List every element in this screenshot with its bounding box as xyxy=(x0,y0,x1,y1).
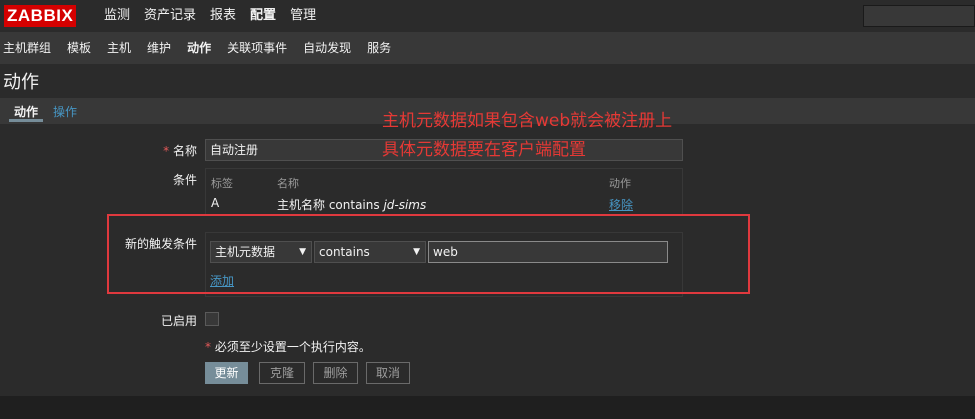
active-tab-indicator xyxy=(9,119,43,122)
conditions-label: 条件 xyxy=(172,173,197,187)
annotation-line-1: 主机元数据如果包含web就会被注册上 xyxy=(382,111,673,131)
enabled-label: 已启用 xyxy=(160,314,197,328)
remove-condition-link[interactable]: 移除 xyxy=(609,196,633,213)
enabled-checkbox[interactable] xyxy=(205,312,219,326)
name-label: * 名称 xyxy=(163,144,197,158)
menu-inventory[interactable]: 资产记录 xyxy=(144,0,196,32)
tab-action[interactable]: 动作 xyxy=(14,103,38,120)
sub-navigation: 主机群组 模板 主机 维护 动作 关联项事件 自动发现 服务 xyxy=(0,32,975,64)
menu-administration[interactable]: 管理 xyxy=(290,0,316,32)
search-input[interactable] xyxy=(863,5,975,27)
required-hint: * 必须至少设置一个执行内容。 xyxy=(205,340,371,354)
submenu-services[interactable]: 服务 xyxy=(367,32,391,64)
clone-button[interactable]: 克隆 xyxy=(259,362,305,384)
col-header-action: 动作 xyxy=(609,177,631,190)
update-button[interactable]: 更新 xyxy=(205,362,248,384)
menu-configuration[interactable]: 配置 xyxy=(250,0,276,32)
footer xyxy=(0,396,975,419)
top-menu: 监测 资产记录 报表 配置 管理 xyxy=(104,0,330,32)
conditions-table: 标签 名称 动作 A 主机名称 contains jd-sims 移除 xyxy=(205,168,683,216)
submenu-discovery[interactable]: 自动发现 xyxy=(303,32,351,64)
top-navigation: ZABBIX 监测 资产记录 报表 配置 管理 xyxy=(0,0,975,32)
cancel-button[interactable]: 取消 xyxy=(366,362,410,384)
condition-label-a: A xyxy=(211,196,220,210)
annotation-line-2: 具体元数据要在客户端配置 xyxy=(382,140,586,160)
condition-description: 主机名称 contains jd-sims xyxy=(277,198,427,212)
highlight-rectangle xyxy=(107,214,750,294)
submenu-hosts[interactable]: 主机 xyxy=(107,32,131,64)
page-title: 动作 xyxy=(3,72,39,93)
tab-operations[interactable]: 操作 xyxy=(53,103,77,120)
submenu-maintenance[interactable]: 维护 xyxy=(147,32,171,64)
menu-reports[interactable]: 报表 xyxy=(210,0,236,32)
col-header-name: 名称 xyxy=(277,177,299,190)
delete-button[interactable]: 删除 xyxy=(313,362,358,384)
submenu-templates[interactable]: 模板 xyxy=(67,32,91,64)
submenu-event-correlation[interactable]: 关联项事件 xyxy=(227,32,287,64)
page-header: 动作 xyxy=(0,64,975,98)
col-header-label: 标签 xyxy=(211,177,233,190)
submenu-actions[interactable]: 动作 xyxy=(187,32,211,64)
menu-monitoring[interactable]: 监测 xyxy=(104,0,130,32)
zabbix-logo[interactable]: ZABBIX xyxy=(4,5,77,27)
submenu-host-groups[interactable]: 主机群组 xyxy=(3,32,51,64)
